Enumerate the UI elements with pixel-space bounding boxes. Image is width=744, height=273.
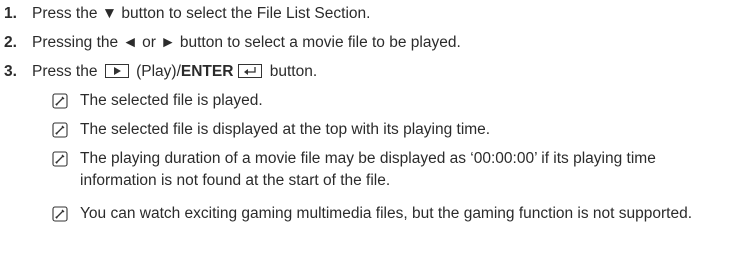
manual-page: 1. Press the ▼ button to select the File… [0, 0, 744, 273]
step-text-before: Press the [32, 63, 102, 80]
note-item: You can watch exciting gaming multimedia… [52, 203, 732, 251]
enter-label: ENTER [180, 63, 234, 80]
note-pencil-icon [52, 206, 68, 222]
step-number: 3. [4, 63, 17, 80]
step-text: Pressing the ◄ or ► button to select a m… [32, 32, 461, 54]
note-item: The playing duration of a movie file may… [52, 148, 732, 196]
note-text: The playing duration of a movie file may… [80, 150, 656, 189]
step-text: Press the ▼ button to select the File Li… [32, 3, 370, 25]
play-label: (Play)/ [131, 63, 181, 80]
step-text-after: button. [265, 63, 318, 80]
play-key-icon [104, 64, 129, 78]
note-item: The selected file is played. [52, 90, 732, 112]
step-text-middle: or [137, 34, 161, 51]
step-text-after: button to select a movie file to be play… [175, 34, 461, 51]
right-arrow-symbol: ► [160, 34, 176, 51]
note-pencil-icon [52, 93, 68, 109]
note-text: The selected file is displayed at the to… [80, 121, 491, 138]
note-pencil-icon [52, 122, 68, 138]
step-text: Press the (Play)/ENTER button. [32, 61, 317, 83]
step-number: 1. [4, 5, 17, 22]
step-text-after: button to select the File List Section. [117, 5, 371, 22]
enter-key-icon [238, 64, 263, 78]
step-text-before: Pressing the [32, 34, 123, 51]
down-arrow-symbol: ▼ [101, 5, 118, 22]
note-item: The selected file is displayed at the to… [52, 119, 732, 141]
note-text: You can watch exciting gaming multimedia… [80, 205, 693, 222]
step-number: 2. [4, 34, 17, 51]
note-text: The selected file is played. [80, 92, 263, 109]
left-arrow-symbol: ◄ [122, 34, 138, 51]
note-pencil-icon [52, 151, 68, 167]
step-text-before: Press the [32, 5, 102, 22]
